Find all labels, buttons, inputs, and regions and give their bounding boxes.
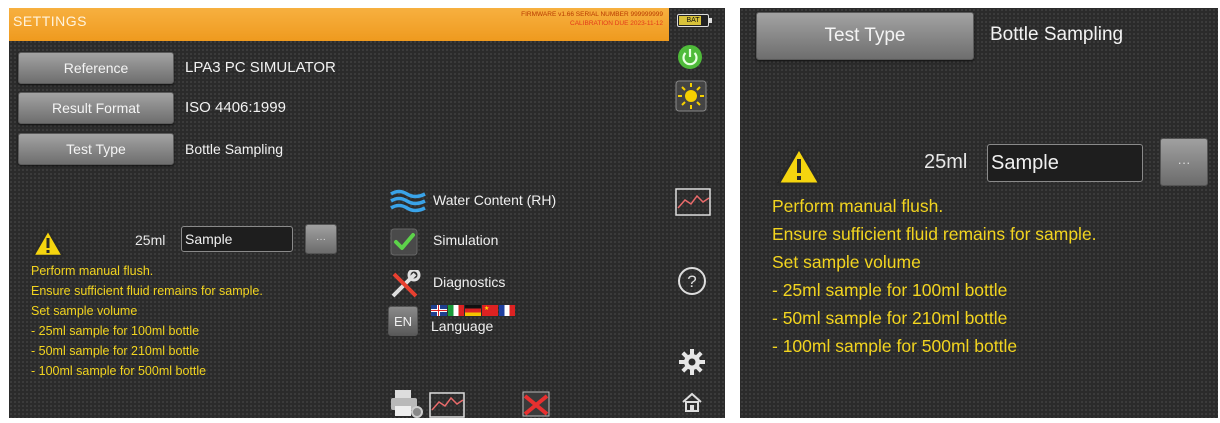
firmware-serial-text: FIRMWARE v1.66 SERIAL NUMBER 999999999 — [521, 11, 663, 18]
message-line-3-zoom: Set sample volume — [772, 252, 921, 272]
home-icon[interactable] — [681, 392, 703, 412]
reference-value: LPA3 PC SIMULATOR — [185, 59, 336, 76]
more-options-button[interactable]: ··· — [305, 224, 337, 254]
clear-graph-icon[interactable] — [521, 390, 551, 418]
sample-volume-label-zoom: 25ml — [924, 151, 968, 173]
brightness-icon[interactable] — [675, 80, 707, 112]
result-format-button-label: Result Format — [52, 100, 140, 116]
help-icon[interactable]: ? — [677, 266, 707, 296]
language-button[interactable]: EN — [388, 306, 418, 336]
test-type-button-label: Test Type — [66, 141, 126, 157]
flag-france-icon — [499, 305, 515, 316]
battery-indicator: BAT — [677, 14, 712, 27]
language-flags: ★ — [431, 305, 515, 316]
message-line-4-zoom: - 25ml sample for 100ml bottle — [772, 280, 1008, 300]
water-content-label[interactable]: Water Content (RH) — [433, 192, 556, 208]
gear-icon[interactable] — [678, 348, 706, 376]
sample-input-value: Sample — [185, 231, 233, 247]
report-graph-icon[interactable] — [429, 392, 465, 418]
message-line-3: Set sample volume — [31, 304, 138, 318]
sample-input-zoom[interactable]: Sample — [987, 144, 1143, 182]
flag-germany-icon — [465, 305, 481, 316]
calibration-due-text: CALIBRATION DUE 2023-11-12 — [570, 20, 663, 27]
language-code: EN — [393, 313, 413, 329]
warning-icon — [31, 228, 65, 258]
flag-uk-icon — [431, 305, 447, 316]
more-options-label: ··· — [316, 233, 326, 245]
power-icon[interactable] — [677, 44, 703, 70]
message-line-1-zoom: Perform manual flush. — [772, 196, 944, 216]
graph-icon[interactable] — [675, 188, 711, 216]
message-line-2: Ensure sufficient fluid remains for samp… — [31, 284, 263, 298]
message-line-6: - 100ml sample for 500ml bottle — [31, 364, 207, 378]
zoomed-detail-panel: Test Type Bottle Sampling 25ml Sample ··… — [740, 8, 1218, 418]
page-title: SETTINGS — [13, 13, 88, 29]
more-options-zoom-label: ··· — [1177, 154, 1191, 170]
more-options-button-zoom[interactable]: ··· — [1160, 138, 1208, 186]
diagnostics-label[interactable]: Diagnostics — [433, 274, 505, 290]
battery-label: BAT — [686, 17, 700, 24]
test-type-value: Bottle Sampling — [185, 141, 284, 157]
flag-italy-icon — [448, 305, 464, 316]
title-bar: SETTINGS FIRMWARE v1.66 SERIAL NUMBER 99… — [9, 8, 669, 41]
warning-icon-zoom — [776, 146, 822, 186]
test-type-button-zoom-label: Test Type — [824, 25, 906, 46]
test-type-value-zoom: Bottle Sampling — [990, 24, 1124, 45]
message-line-5: - 50ml sample for 210ml bottle — [31, 344, 200, 358]
flag-china-icon: ★ — [482, 305, 498, 316]
message-line-6-zoom: - 100ml sample for 500ml bottle — [772, 336, 1018, 356]
message-line-2-zoom: Ensure sufficient fluid remains for samp… — [772, 224, 1097, 244]
firmware-info: FIRMWARE v1.66 SERIAL NUMBER 999999999 C… — [521, 10, 663, 28]
message-line-5-zoom: - 50ml sample for 210ml bottle — [772, 308, 1008, 328]
sample-input[interactable]: Sample — [181, 226, 293, 252]
sample-volume-label: 25ml — [135, 232, 166, 248]
test-type-button-zoom[interactable]: Test Type — [756, 12, 974, 60]
diagnostics-tools-icon[interactable] — [389, 270, 421, 300]
sample-input-zoom-value: Sample — [991, 151, 1059, 174]
reference-button-label: Reference — [63, 60, 129, 76]
message-line-4: - 25ml sample for 100ml bottle — [31, 324, 200, 338]
message-line-1: Perform manual flush. — [31, 264, 154, 278]
test-type-button[interactable]: Test Type — [18, 133, 174, 165]
language-label[interactable]: Language — [431, 318, 493, 334]
simulation-checkbox[interactable] — [390, 228, 418, 256]
reference-button[interactable]: Reference — [18, 52, 174, 84]
result-format-button[interactable]: Result Format — [18, 92, 174, 124]
printer-icon[interactable] — [389, 388, 425, 418]
simulation-label[interactable]: Simulation — [433, 232, 498, 248]
water-wave-icon[interactable] — [389, 188, 429, 214]
result-format-value: ISO 4406:1999 — [185, 99, 286, 116]
svg-text:?: ? — [687, 272, 696, 291]
settings-screen: SETTINGS FIRMWARE v1.66 SERIAL NUMBER 99… — [9, 8, 725, 418]
